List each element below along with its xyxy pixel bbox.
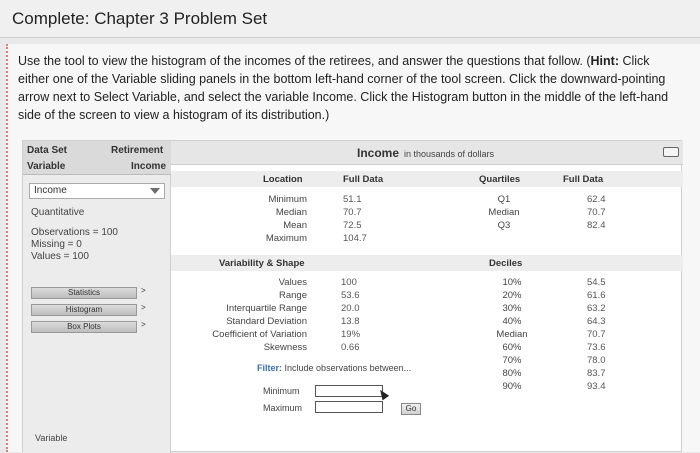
location-label-mean: Mean <box>283 220 307 231</box>
location-value-minimum: 51.1 <box>343 194 362 205</box>
variability-value-iqr: 20.0 <box>341 303 360 314</box>
location-value-median: 70.7 <box>343 207 362 218</box>
location-label-minimum: Minimum <box>268 194 307 205</box>
chevron-right-icon: > <box>141 303 146 312</box>
variability-label-iqr: Interquartile Range <box>226 303 307 314</box>
decile-label: 70% <box>502 355 522 366</box>
go-button[interactable]: Go <box>401 403 421 415</box>
filter-maximum-input[interactable] <box>315 401 383 413</box>
quartile-value-median: 70.7 <box>587 207 606 218</box>
quartile-label-q3: Q3 <box>497 220 511 231</box>
decile-value: 64.3 <box>587 316 606 327</box>
chevron-right-icon: > <box>141 320 146 329</box>
chevron-down-icon[interactable] <box>150 188 160 194</box>
chevron-right-icon: > <box>141 286 146 295</box>
quartile-value-q1: 62.4 <box>587 194 606 205</box>
variability-label-cv: Coefficient of Variation <box>212 329 307 340</box>
decile-value: 70.7 <box>587 329 606 340</box>
variability-label-range: Range <box>279 290 307 301</box>
variability-label-values: Values <box>278 277 307 288</box>
location-label-maximum: Maximum <box>265 233 307 244</box>
variable-type: Quantitative <box>31 207 85 218</box>
print-icon[interactable] <box>663 147 679 157</box>
decile-value: 61.6 <box>587 290 606 301</box>
decile-value: 63.2 <box>587 303 606 314</box>
left-panel: Data Set Retirement Variable Income Inco… <box>23 141 171 453</box>
quartile-value-q3: 82.4 <box>587 220 606 231</box>
stats-subtitle: in thousands of dollars <box>404 149 495 159</box>
decile-label: Median <box>496 329 528 340</box>
location-header-band <box>171 171 683 187</box>
decile-label: 60% <box>502 342 522 353</box>
variability-value-skewness: 0.66 <box>341 342 360 353</box>
decile-label: 80% <box>502 368 522 379</box>
decile-label: 40% <box>502 316 522 327</box>
quartiles-fulldata-header: Full Data <box>563 174 604 185</box>
variable-label: Variable <box>27 161 66 172</box>
decile-value: 73.6 <box>587 342 606 353</box>
variable-value: Income <box>131 161 167 172</box>
hint-label: Hint: <box>590 54 619 68</box>
decile-value: 78.0 <box>587 355 606 366</box>
decile-value: 93.4 <box>587 381 606 392</box>
filter-text: Include observations between... <box>284 363 412 373</box>
location-value-maximum: 104.7 <box>343 233 367 244</box>
statistics-button[interactable]: Statistics <box>31 287 137 299</box>
values-count: Values = 100 <box>31 251 89 262</box>
filter-maximum-label: Maximum <box>263 403 303 413</box>
variability-label-skewness: Skewness <box>263 342 307 353</box>
quartile-label-q1: Q1 <box>497 194 511 205</box>
stats-header: Income in thousands of dollars <box>171 141 683 165</box>
left-panel-header: Data Set Retirement Variable Income <box>23 141 171 175</box>
instructions-text-1: Use the tool to view the histogram of th… <box>18 54 591 68</box>
deciles-header: Deciles <box>489 258 523 269</box>
decile-value: 54.5 <box>587 277 606 288</box>
dataset-value: Retirement <box>111 145 164 156</box>
filter-minimum-input[interactable] <box>315 385 383 397</box>
location-header: Location <box>263 174 303 185</box>
location-fulldata-header: Full Data <box>343 174 384 185</box>
filter-row: Filter: Include observations between... <box>257 363 411 373</box>
location-value-mean: 72.5 <box>343 220 362 231</box>
filter-minimum-label: Minimum <box>263 386 300 396</box>
stats-tool: Data Set Retirement Variable Income Inco… <box>22 140 683 453</box>
quartile-label-median: Median <box>488 207 520 218</box>
variability-value-cv: 19% <box>341 329 361 340</box>
decile-value: 83.7 <box>587 368 606 379</box>
histogram-button[interactable]: Histogram <box>31 304 137 316</box>
variability-header: Variability & Shape <box>219 258 305 269</box>
decile-label: 20% <box>502 290 522 301</box>
observations-count: Observations = 100 <box>31 227 118 238</box>
stats-title: Income <box>357 146 400 160</box>
variability-value-values: 100 <box>341 277 357 288</box>
page-title: Complete: Chapter 3 Problem Set <box>12 9 268 28</box>
decile-label: 30% <box>502 303 522 314</box>
box-plots-button[interactable]: Box Plots <box>31 321 137 333</box>
instructions: Use the tool to view the histogram of th… <box>18 52 678 124</box>
dataset-label: Data Set <box>27 145 68 156</box>
quartiles-header: Quartiles <box>479 174 521 185</box>
location-label-median: Median <box>275 207 307 218</box>
title-bar: Complete: Chapter 3 Problem Set <box>0 0 700 38</box>
filter-label: Filter: <box>257 363 283 373</box>
decile-label: 90% <box>502 381 522 392</box>
variable-panel-tab[interactable]: Variable <box>35 433 67 443</box>
variability-label-stddev: Standard Deviation <box>226 316 307 327</box>
decile-label: 10% <box>502 277 522 288</box>
variability-value-stddev: 13.8 <box>341 316 360 327</box>
cursor-icon <box>376 387 390 401</box>
missing-count: Missing = 0 <box>31 239 82 250</box>
variability-value-range: 53.6 <box>341 290 360 301</box>
variable-select[interactable]: Income <box>29 183 165 199</box>
variable-select-value: Income <box>34 185 67 196</box>
